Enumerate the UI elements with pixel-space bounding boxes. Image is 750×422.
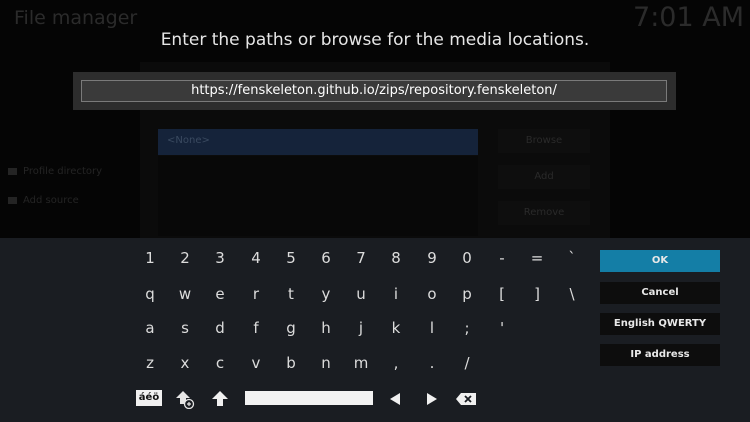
key-2-5[interactable]: t [276,279,306,309]
key-1-13[interactable]: ` [557,243,587,273]
add-button: Add [498,165,590,189]
key-4-5[interactable]: b [276,348,306,378]
key-2-7[interactable]: u [346,279,376,309]
key-2-12[interactable]: ] [522,279,552,309]
key-2-1[interactable]: q [135,279,165,309]
key-1-6[interactable]: 6 [311,243,341,273]
key-3-1[interactable]: a [135,313,165,343]
key-1-10[interactable]: 0 [452,243,482,273]
key-1-8[interactable]: 8 [381,243,411,273]
key-2-6[interactable]: y [311,279,341,309]
key-4-4[interactable]: v [241,348,271,378]
key-1-3[interactable]: 3 [205,243,235,273]
key-4-7[interactable]: m [346,348,376,378]
browse-button: Browse [498,129,590,153]
key-3-9[interactable]: l [417,313,447,343]
key-2-2[interactable]: w [170,279,200,309]
shift-icon[interactable] [205,384,235,414]
key-3-8[interactable]: k [381,313,411,343]
key-3-5[interactable]: g [276,313,306,343]
key-1-5[interactable]: 5 [276,243,306,273]
layout-button[interactable]: English QWERTY [600,313,720,335]
left-arrow-icon[interactable] [380,384,410,414]
cancel-button[interactable]: Cancel [600,282,720,304]
key-4-10[interactable]: / [452,348,482,378]
key-3-10[interactable]: ; [452,313,482,343]
key-4-8[interactable]: , [381,348,411,378]
space-bar[interactable] [245,391,373,405]
virtual-keyboard: 1 2 3 4 5 6 7 8 9 0- = ` q w e r t y u i o p[] \ a s d f g h j k l; ' z x c… [0,238,750,422]
right-arrow-icon[interactable] [417,384,447,414]
key-4-9[interactable]: . [417,348,447,378]
symbols-shift-icon[interactable] [170,384,200,414]
key-3-4[interactable]: f [241,313,271,343]
input-container: https://fenskeleton.github.io/zips/repos… [73,72,676,110]
key-3-11[interactable]: ' [487,313,517,343]
key-4-1[interactable]: z [135,348,165,378]
key-4-2[interactable]: x [170,348,200,378]
key-1-4[interactable]: 4 [241,243,271,273]
key-3-7[interactable]: j [346,313,376,343]
key-2-9[interactable]: o [417,279,447,309]
key-4-6[interactable]: n [311,348,341,378]
remove-button: Remove [498,201,590,225]
kodi-screen: File manager 7:01 AM Profile directory A… [0,0,750,422]
key-1-12[interactable]: = [522,243,552,273]
path-input[interactable]: https://fenskeleton.github.io/zips/repos… [81,80,667,102]
key-1-7[interactable]: 7 [346,243,376,273]
folder-icon [8,167,17,175]
background-title: File manager [14,7,138,29]
sidebar-item-profile-directory: Profile directory [8,166,102,177]
key-2-10[interactable]: p [452,279,482,309]
key-4-3[interactable]: c [205,348,235,378]
key-3-6[interactable]: h [311,313,341,343]
key-2-13[interactable]: \ [557,279,587,309]
clock: 7:01 AM [633,2,744,33]
key-3-2[interactable]: s [170,313,200,343]
key-1-9[interactable]: 9 [417,243,447,273]
source-list [158,156,478,236]
accents-key[interactable]: áéö [136,390,162,406]
key-1-1[interactable]: 1 [135,243,165,273]
prompt-heading: Enter the paths or browse for the media … [160,30,590,50]
key-2-4[interactable]: r [241,279,271,309]
ip-address-button[interactable]: IP address [600,344,720,366]
key-2-3[interactable]: e [205,279,235,309]
key-3-3[interactable]: d [205,313,235,343]
ok-button[interactable]: OK [600,250,720,272]
key-2-11[interactable]: [ [487,279,517,309]
backspace-icon[interactable] [451,384,481,414]
folder-icon [8,196,17,204]
source-row: <None> [158,129,478,155]
sidebar-item-add-source: Add source [8,195,79,206]
key-2-8[interactable]: i [381,279,411,309]
key-1-11[interactable]: - [487,243,517,273]
key-1-2[interactable]: 2 [170,243,200,273]
